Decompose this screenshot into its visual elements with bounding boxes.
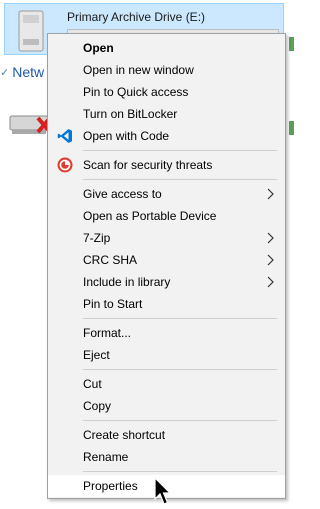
chevron-right-icon xyxy=(267,254,274,266)
menu-item-open-as-portable-device[interactable]: Open as Portable Device xyxy=(48,205,285,227)
expand-chevron-icon: ✓ xyxy=(0,66,10,79)
menu-item-open-with-code[interactable]: Open with Code xyxy=(48,125,285,147)
context-menu: Open Open in new window Pin to Quick acc… xyxy=(47,33,286,499)
menu-item-cut[interactable]: Cut xyxy=(48,373,285,395)
menu-item-open-in-new-window[interactable]: Open in new window xyxy=(48,59,285,81)
drive-icon xyxy=(18,10,44,52)
menu-separator xyxy=(83,471,277,472)
defender-icon xyxy=(57,157,73,173)
menu-item-copy[interactable]: Copy xyxy=(48,395,285,417)
vscode-icon xyxy=(57,129,72,143)
menu-item-eject[interactable]: Eject xyxy=(48,344,285,366)
menu-item-create-shortcut[interactable]: Create shortcut xyxy=(48,424,285,446)
menu-item-open[interactable]: Open xyxy=(48,37,285,59)
menu-item-include-in-library[interactable]: Include in library xyxy=(48,271,285,293)
chevron-right-icon xyxy=(267,188,274,200)
menu-item-crc-sha[interactable]: CRC SHA xyxy=(48,249,285,271)
menu-item-format[interactable]: Format... xyxy=(48,322,285,344)
chevron-right-icon xyxy=(267,276,274,288)
menu-item-turn-on-bitlocker[interactable]: Turn on BitLocker xyxy=(48,103,285,125)
mouse-pointer-icon xyxy=(154,477,172,505)
menu-item-pin-to-start[interactable]: Pin to Start xyxy=(48,293,285,315)
menu-separator xyxy=(83,420,277,421)
network-section-label: Netw xyxy=(12,64,45,80)
menu-item-7-zip[interactable]: 7-Zip xyxy=(48,227,285,249)
menu-item-pin-to-quick-access[interactable]: Pin to Quick access xyxy=(48,81,285,103)
scrollbar-edge xyxy=(289,121,294,135)
menu-item-scan-for-security-threats[interactable]: Scan for security threats xyxy=(48,154,285,176)
network-section-header[interactable]: ✓ Netw xyxy=(0,62,44,82)
menu-separator xyxy=(83,369,277,370)
drive-title: Primary Archive Drive (E:) xyxy=(67,10,206,24)
menu-separator xyxy=(83,318,277,319)
scrollbar-edge xyxy=(289,37,294,51)
menu-separator xyxy=(83,150,277,151)
chevron-right-icon xyxy=(267,232,274,244)
menu-separator xyxy=(83,179,277,180)
menu-item-give-access-to[interactable]: Give access to xyxy=(48,183,285,205)
menu-item-rename[interactable]: Rename xyxy=(48,446,285,468)
